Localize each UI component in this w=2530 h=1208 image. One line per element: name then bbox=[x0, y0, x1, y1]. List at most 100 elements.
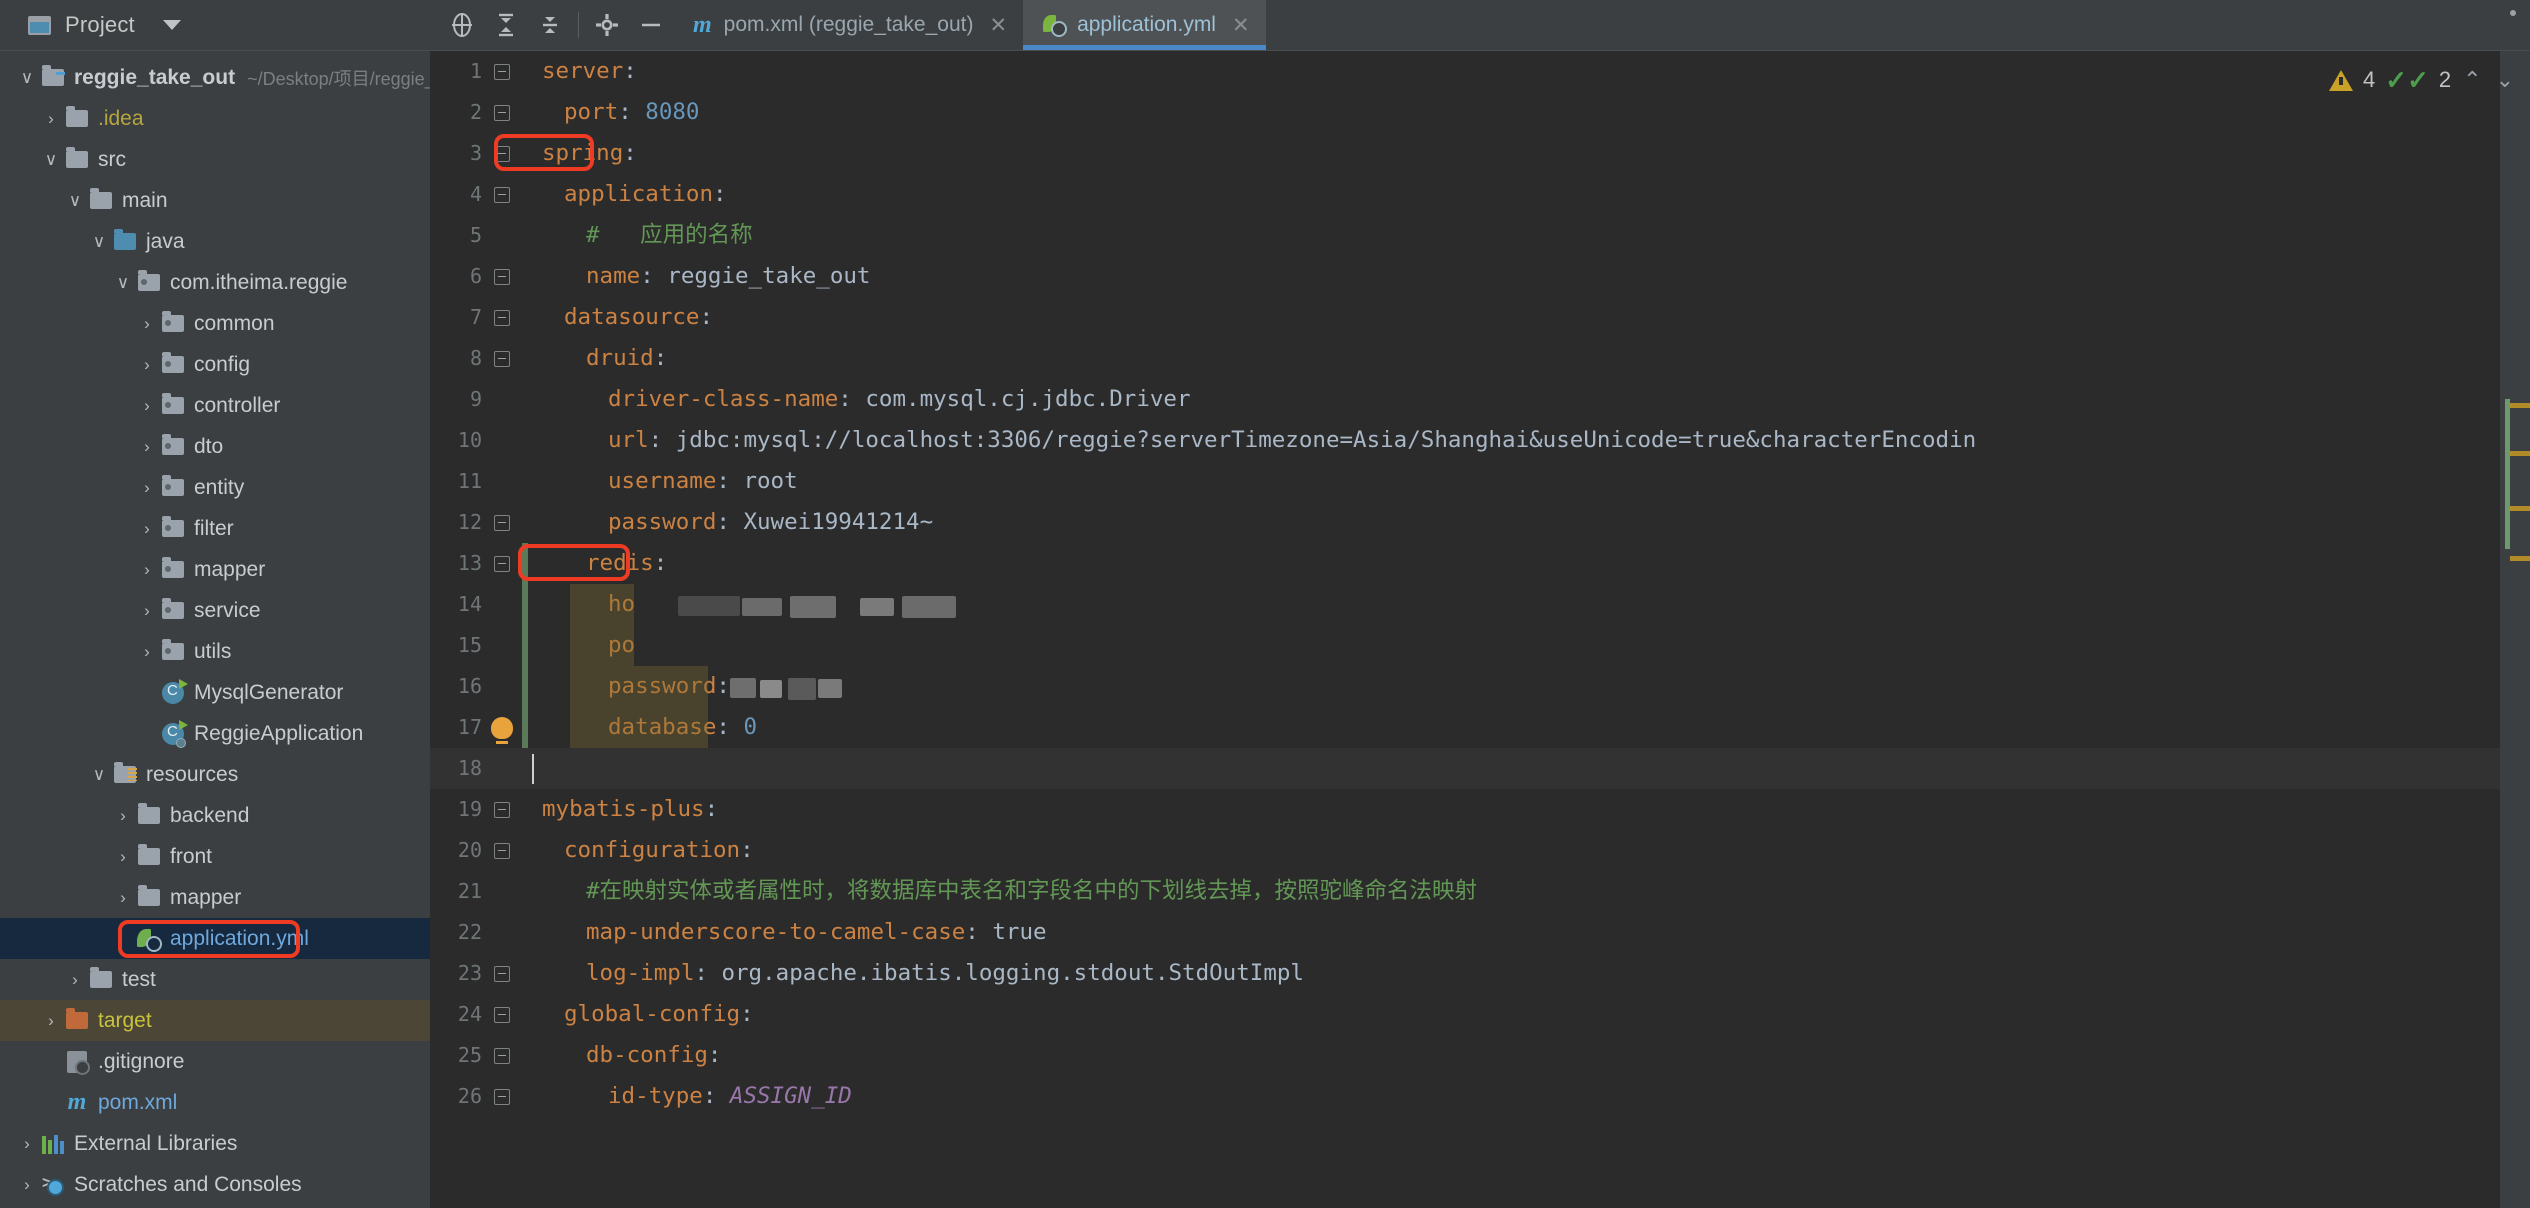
tab-pom-xml[interactable]: m pom.xml (reggie_take_out) ✕ bbox=[673, 0, 1023, 50]
code-fold-icon[interactable] bbox=[482, 1007, 522, 1023]
tree-item-common[interactable]: ›common bbox=[0, 303, 430, 344]
tree-item-main[interactable]: ∨main bbox=[0, 180, 430, 221]
chevron-up-icon[interactable]: ⌃ bbox=[2461, 67, 2483, 93]
code-line-1[interactable]: 1server: bbox=[430, 51, 2500, 92]
locate-target-icon[interactable] bbox=[440, 3, 484, 47]
chevron-right-icon[interactable]: › bbox=[110, 806, 136, 826]
inspection-marker[interactable] bbox=[2510, 506, 2530, 511]
tree-item-controller[interactable]: ›controller bbox=[0, 385, 430, 426]
code-fold-icon[interactable] bbox=[482, 105, 522, 121]
tab-application-yml[interactable]: application.yml ✕ bbox=[1023, 0, 1266, 50]
chevron-down-icon[interactable]: ∨ bbox=[110, 273, 136, 293]
project-tree[interactable]: ∨reggie_take_out~/Desktop/项目/reggie_take… bbox=[0, 50, 430, 1208]
code-line-9[interactable]: 9driver-class-name: com.mysql.cj.jdbc.Dr… bbox=[430, 379, 2500, 420]
chevron-right-icon[interactable]: › bbox=[134, 601, 160, 621]
code-line-20[interactable]: 20configuration: bbox=[430, 830, 2500, 871]
chevron-down-icon[interactable]: ∨ bbox=[86, 765, 112, 785]
chevron-right-icon[interactable]: › bbox=[134, 478, 160, 498]
code-line-4[interactable]: 4application: bbox=[430, 174, 2500, 215]
chevron-right-icon[interactable]: › bbox=[134, 519, 160, 539]
code-fold-icon[interactable] bbox=[482, 843, 522, 859]
vcs-change-bar[interactable] bbox=[522, 543, 528, 748]
tree-item-service[interactable]: ›service bbox=[0, 590, 430, 631]
code-line-7[interactable]: 7datasource: bbox=[430, 297, 2500, 338]
code-line-6[interactable]: 6name: reggie_take_out bbox=[430, 256, 2500, 297]
chevron-down-icon[interactable]: ∨ bbox=[86, 232, 112, 252]
settings-gear-icon[interactable] bbox=[585, 3, 629, 47]
hide-toolwindow-icon[interactable] bbox=[629, 3, 673, 47]
code-fold-icon[interactable] bbox=[482, 146, 522, 162]
chevron-down-icon[interactable]: ∨ bbox=[14, 68, 40, 88]
tree-item-application-yml[interactable]: ›application.yml bbox=[0, 918, 430, 959]
code-fold-icon[interactable] bbox=[482, 515, 522, 531]
tree-item-mapper[interactable]: ›mapper bbox=[0, 549, 430, 590]
inspection-marker[interactable] bbox=[2510, 403, 2530, 408]
tree-item-dto[interactable]: ›dto bbox=[0, 426, 430, 467]
tree-item-mysqlgenerator[interactable]: ›MysqlGenerator bbox=[0, 672, 430, 713]
chevron-right-icon[interactable]: › bbox=[134, 396, 160, 416]
code-fold-icon[interactable] bbox=[482, 351, 522, 367]
code-line-10[interactable]: 10url: jdbc:mysql://localhost:3306/reggi… bbox=[430, 420, 2500, 461]
tree-item-idea[interactable]: ›.idea bbox=[0, 98, 430, 139]
code-fold-icon[interactable] bbox=[482, 556, 522, 572]
code-fold-icon[interactable] bbox=[482, 1089, 522, 1105]
intention-bulb-icon[interactable] bbox=[482, 717, 522, 739]
tree-item-scratches-and-consoles[interactable]: ›Scratches and Consoles bbox=[0, 1164, 430, 1205]
chevron-down-icon[interactable]: ∨ bbox=[38, 150, 64, 170]
chevron-right-icon[interactable]: › bbox=[38, 109, 64, 129]
code-line-8[interactable]: 8druid: bbox=[430, 338, 2500, 379]
tree-item-config[interactable]: ›config bbox=[0, 344, 430, 385]
code-line-12[interactable]: 12password: Xuwei19941214~ bbox=[430, 502, 2500, 543]
tree-item-mapper[interactable]: ›mapper bbox=[0, 877, 430, 918]
tree-item-target[interactable]: ›target bbox=[0, 1000, 430, 1041]
chevron-right-icon[interactable]: › bbox=[134, 642, 160, 662]
chevron-right-icon[interactable]: › bbox=[14, 1175, 40, 1195]
chevron-right-icon[interactable]: › bbox=[134, 314, 160, 334]
chevron-right-icon[interactable]: › bbox=[110, 888, 136, 908]
chevron-right-icon[interactable]: › bbox=[134, 560, 160, 580]
inspection-widget[interactable]: 4 ✓✓ 2 ⌃ ⌄ bbox=[2329, 59, 2516, 101]
chevron-right-icon[interactable]: › bbox=[38, 1011, 64, 1031]
project-toolwindow-header[interactable]: Project bbox=[0, 0, 430, 50]
code-fold-icon[interactable] bbox=[482, 64, 522, 80]
code-editor[interactable]: 4 ✓✓ 2 ⌃ ⌄ 1server:2port: 80803spring:4a… bbox=[430, 50, 2530, 1208]
code-line-3[interactable]: 3spring: bbox=[430, 133, 2500, 174]
chevron-right-icon[interactable]: › bbox=[110, 847, 136, 867]
tree-item-src[interactable]: ∨src bbox=[0, 139, 430, 180]
inspection-marker[interactable] bbox=[2510, 451, 2530, 456]
tree-item-utils[interactable]: ›utils bbox=[0, 631, 430, 672]
code-line-13[interactable]: 13redis: bbox=[430, 543, 2500, 584]
expand-all-icon[interactable] bbox=[484, 3, 528, 47]
tree-item-front[interactable]: ›front bbox=[0, 836, 430, 877]
inspection-marker[interactable] bbox=[2510, 556, 2530, 561]
chevron-right-icon[interactable]: › bbox=[134, 355, 160, 375]
tree-item-pom-xml[interactable]: ›mpom.xml bbox=[0, 1082, 430, 1123]
chevron-down-icon[interactable]: ⌄ bbox=[2494, 67, 2516, 93]
code-line-21[interactable]: 21#在映射实体或者属性时，将数据库中表名和字段名中的下划线去掉，按照驼峰命名法… bbox=[430, 871, 2500, 912]
tree-item-filter[interactable]: ›filter bbox=[0, 508, 430, 549]
code-fold-icon[interactable] bbox=[482, 269, 522, 285]
chevron-right-icon[interactable]: › bbox=[62, 970, 88, 990]
editor-marker-strip[interactable] bbox=[2500, 51, 2530, 1208]
code-line-26[interactable]: 26id-type: ASSIGN_ID bbox=[430, 1076, 2500, 1117]
tree-item-reggieapplication[interactable]: ›ReggieApplication bbox=[0, 713, 430, 754]
tree-item-test[interactable]: ›test bbox=[0, 959, 430, 1000]
code-line-11[interactable]: 11username: root bbox=[430, 461, 2500, 502]
collapse-all-icon[interactable] bbox=[528, 3, 572, 47]
tree-item-java[interactable]: ∨java bbox=[0, 221, 430, 262]
code-fold-icon[interactable] bbox=[482, 310, 522, 326]
code-fold-icon[interactable] bbox=[482, 1048, 522, 1064]
code-line-19[interactable]: 19mybatis-plus: bbox=[430, 789, 2500, 830]
code-line-23[interactable]: 23log-impl: org.apache.ibatis.logging.st… bbox=[430, 953, 2500, 994]
code-line-17[interactable]: 17database: 0 bbox=[430, 707, 2500, 748]
code-fold-icon[interactable] bbox=[482, 187, 522, 203]
chevron-right-icon[interactable]: › bbox=[14, 1134, 40, 1154]
close-icon[interactable]: ✕ bbox=[1232, 13, 1250, 38]
tree-item-resources[interactable]: ∨resources bbox=[0, 754, 430, 795]
code-fold-icon[interactable] bbox=[482, 966, 522, 982]
chevron-down-icon[interactable] bbox=[163, 20, 181, 30]
code-line-24[interactable]: 24global-config: bbox=[430, 994, 2500, 1035]
close-icon[interactable]: ✕ bbox=[989, 13, 1007, 38]
tree-item-entity[interactable]: ›entity bbox=[0, 467, 430, 508]
tree-item-com-itheima-reggie[interactable]: ∨com.itheima.reggie bbox=[0, 262, 430, 303]
